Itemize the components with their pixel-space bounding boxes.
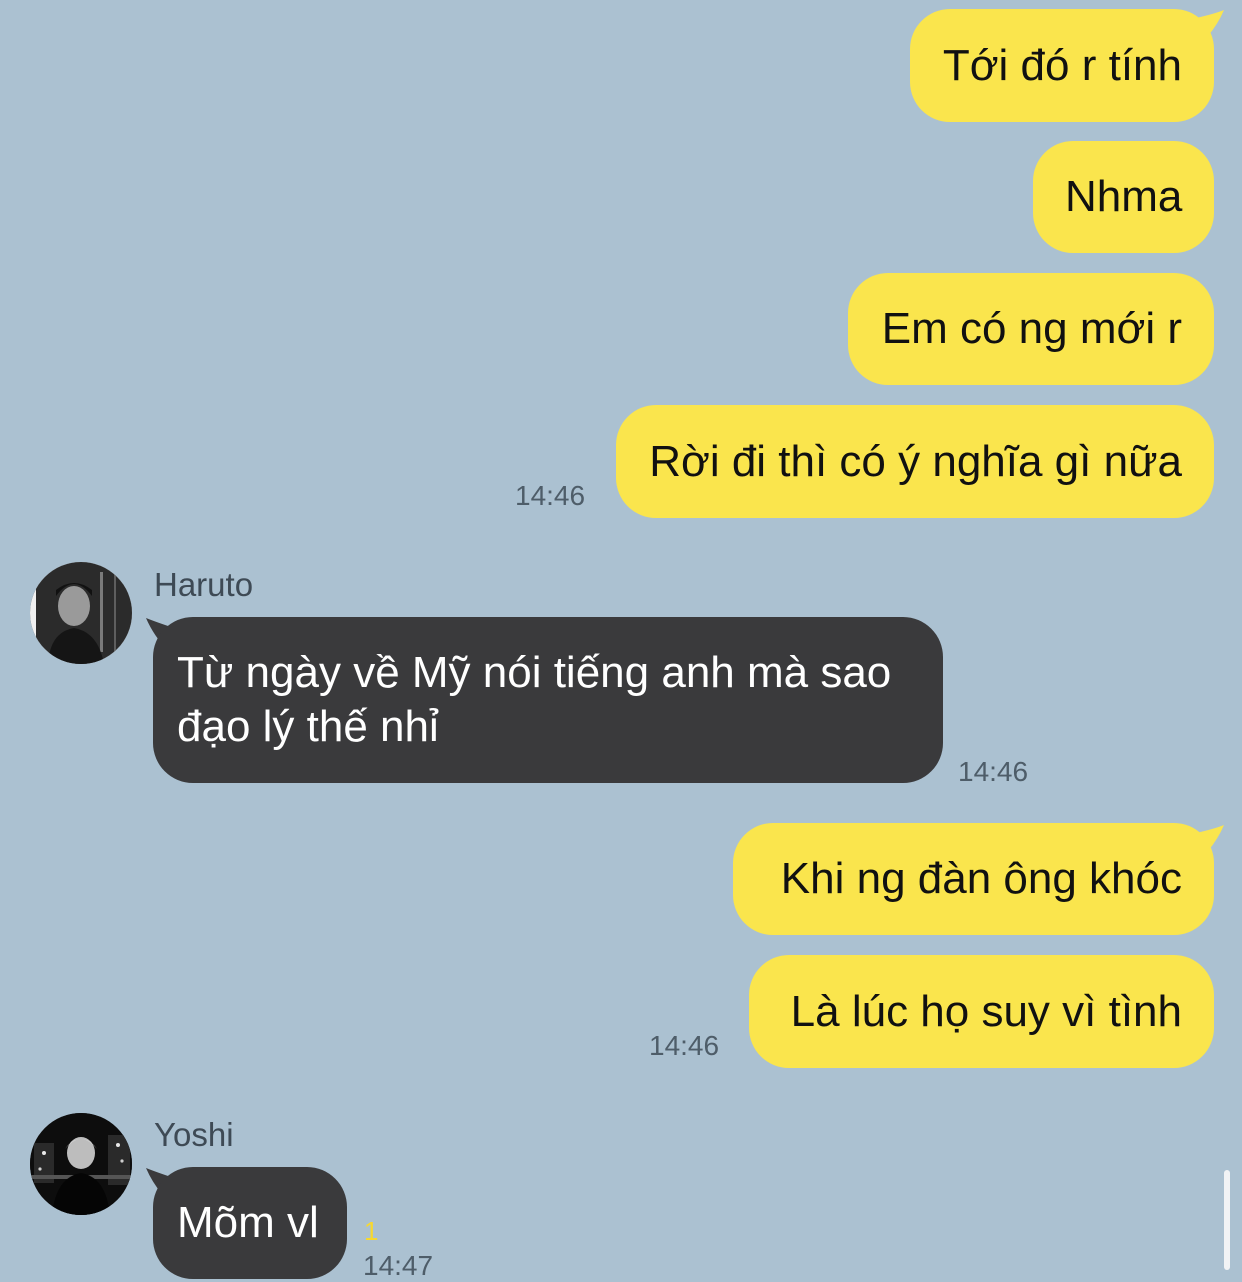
sender-name: Yoshi <box>154 1116 234 1153</box>
message-text: Em có ng mới r <box>881 304 1182 353</box>
incoming-message-bubble[interactable]: Từ ngày về Mỹ nói tiếng anh mà sao đạo l… <box>153 617 943 783</box>
outgoing-message-bubble[interactable]: Khi ng đàn ông khóc <box>733 823 1214 935</box>
avatar-photo-icon <box>30 1113 132 1215</box>
scrollbar[interactable] <box>1224 1170 1230 1270</box>
unread-count-badge: 1 <box>364 1216 379 1246</box>
outgoing-message-bubble[interactable]: Là lúc họ suy vì tình <box>749 955 1214 1068</box>
message-text: Rời đi thì có ý nghĩa gì nữa <box>649 437 1182 486</box>
outgoing-message-bubble[interactable]: Rời đi thì có ý nghĩa gì nữa <box>616 405 1214 518</box>
incoming-message-bubble[interactable]: Mõm vl <box>153 1167 347 1279</box>
bubble-tail-icon <box>1196 825 1224 851</box>
outgoing-message-bubble[interactable]: Tới đó r tính <box>910 9 1214 122</box>
message-text: Là lúc họ suy vì tình <box>790 987 1182 1036</box>
chat-thread[interactable]: Tới đó r tính Nhma Em có ng mới r 14:46 … <box>0 0 1242 1281</box>
message-text: Tới đó r tính <box>942 41 1182 90</box>
message-timestamp: 14:46 <box>958 756 1029 787</box>
avatar-photo-icon <box>30 562 132 664</box>
bubble-tail-icon <box>1196 10 1224 36</box>
outgoing-message-bubble[interactable]: Em có ng mới r <box>848 273 1214 385</box>
yoshi-avatar[interactable] <box>30 1113 132 1215</box>
message-text: Mõm vl <box>177 1198 319 1247</box>
message-text-line: Từ ngày về Mỹ nói tiếng anh mà sao <box>177 648 892 697</box>
haruto-avatar[interactable] <box>30 562 132 664</box>
message-timestamp: 14:46 <box>649 1030 720 1061</box>
message-timestamp: 14:46 <box>515 480 586 511</box>
outgoing-message-bubble[interactable]: Nhma <box>1033 141 1214 253</box>
message-text: Nhma <box>1065 172 1183 221</box>
sender-name: Haruto <box>154 566 254 603</box>
message-text-line: đạo lý thế nhỉ <box>177 702 439 751</box>
message-timestamp: 14:47 <box>363 1250 434 1281</box>
message-text: Khi ng đàn ông khóc <box>780 854 1182 903</box>
